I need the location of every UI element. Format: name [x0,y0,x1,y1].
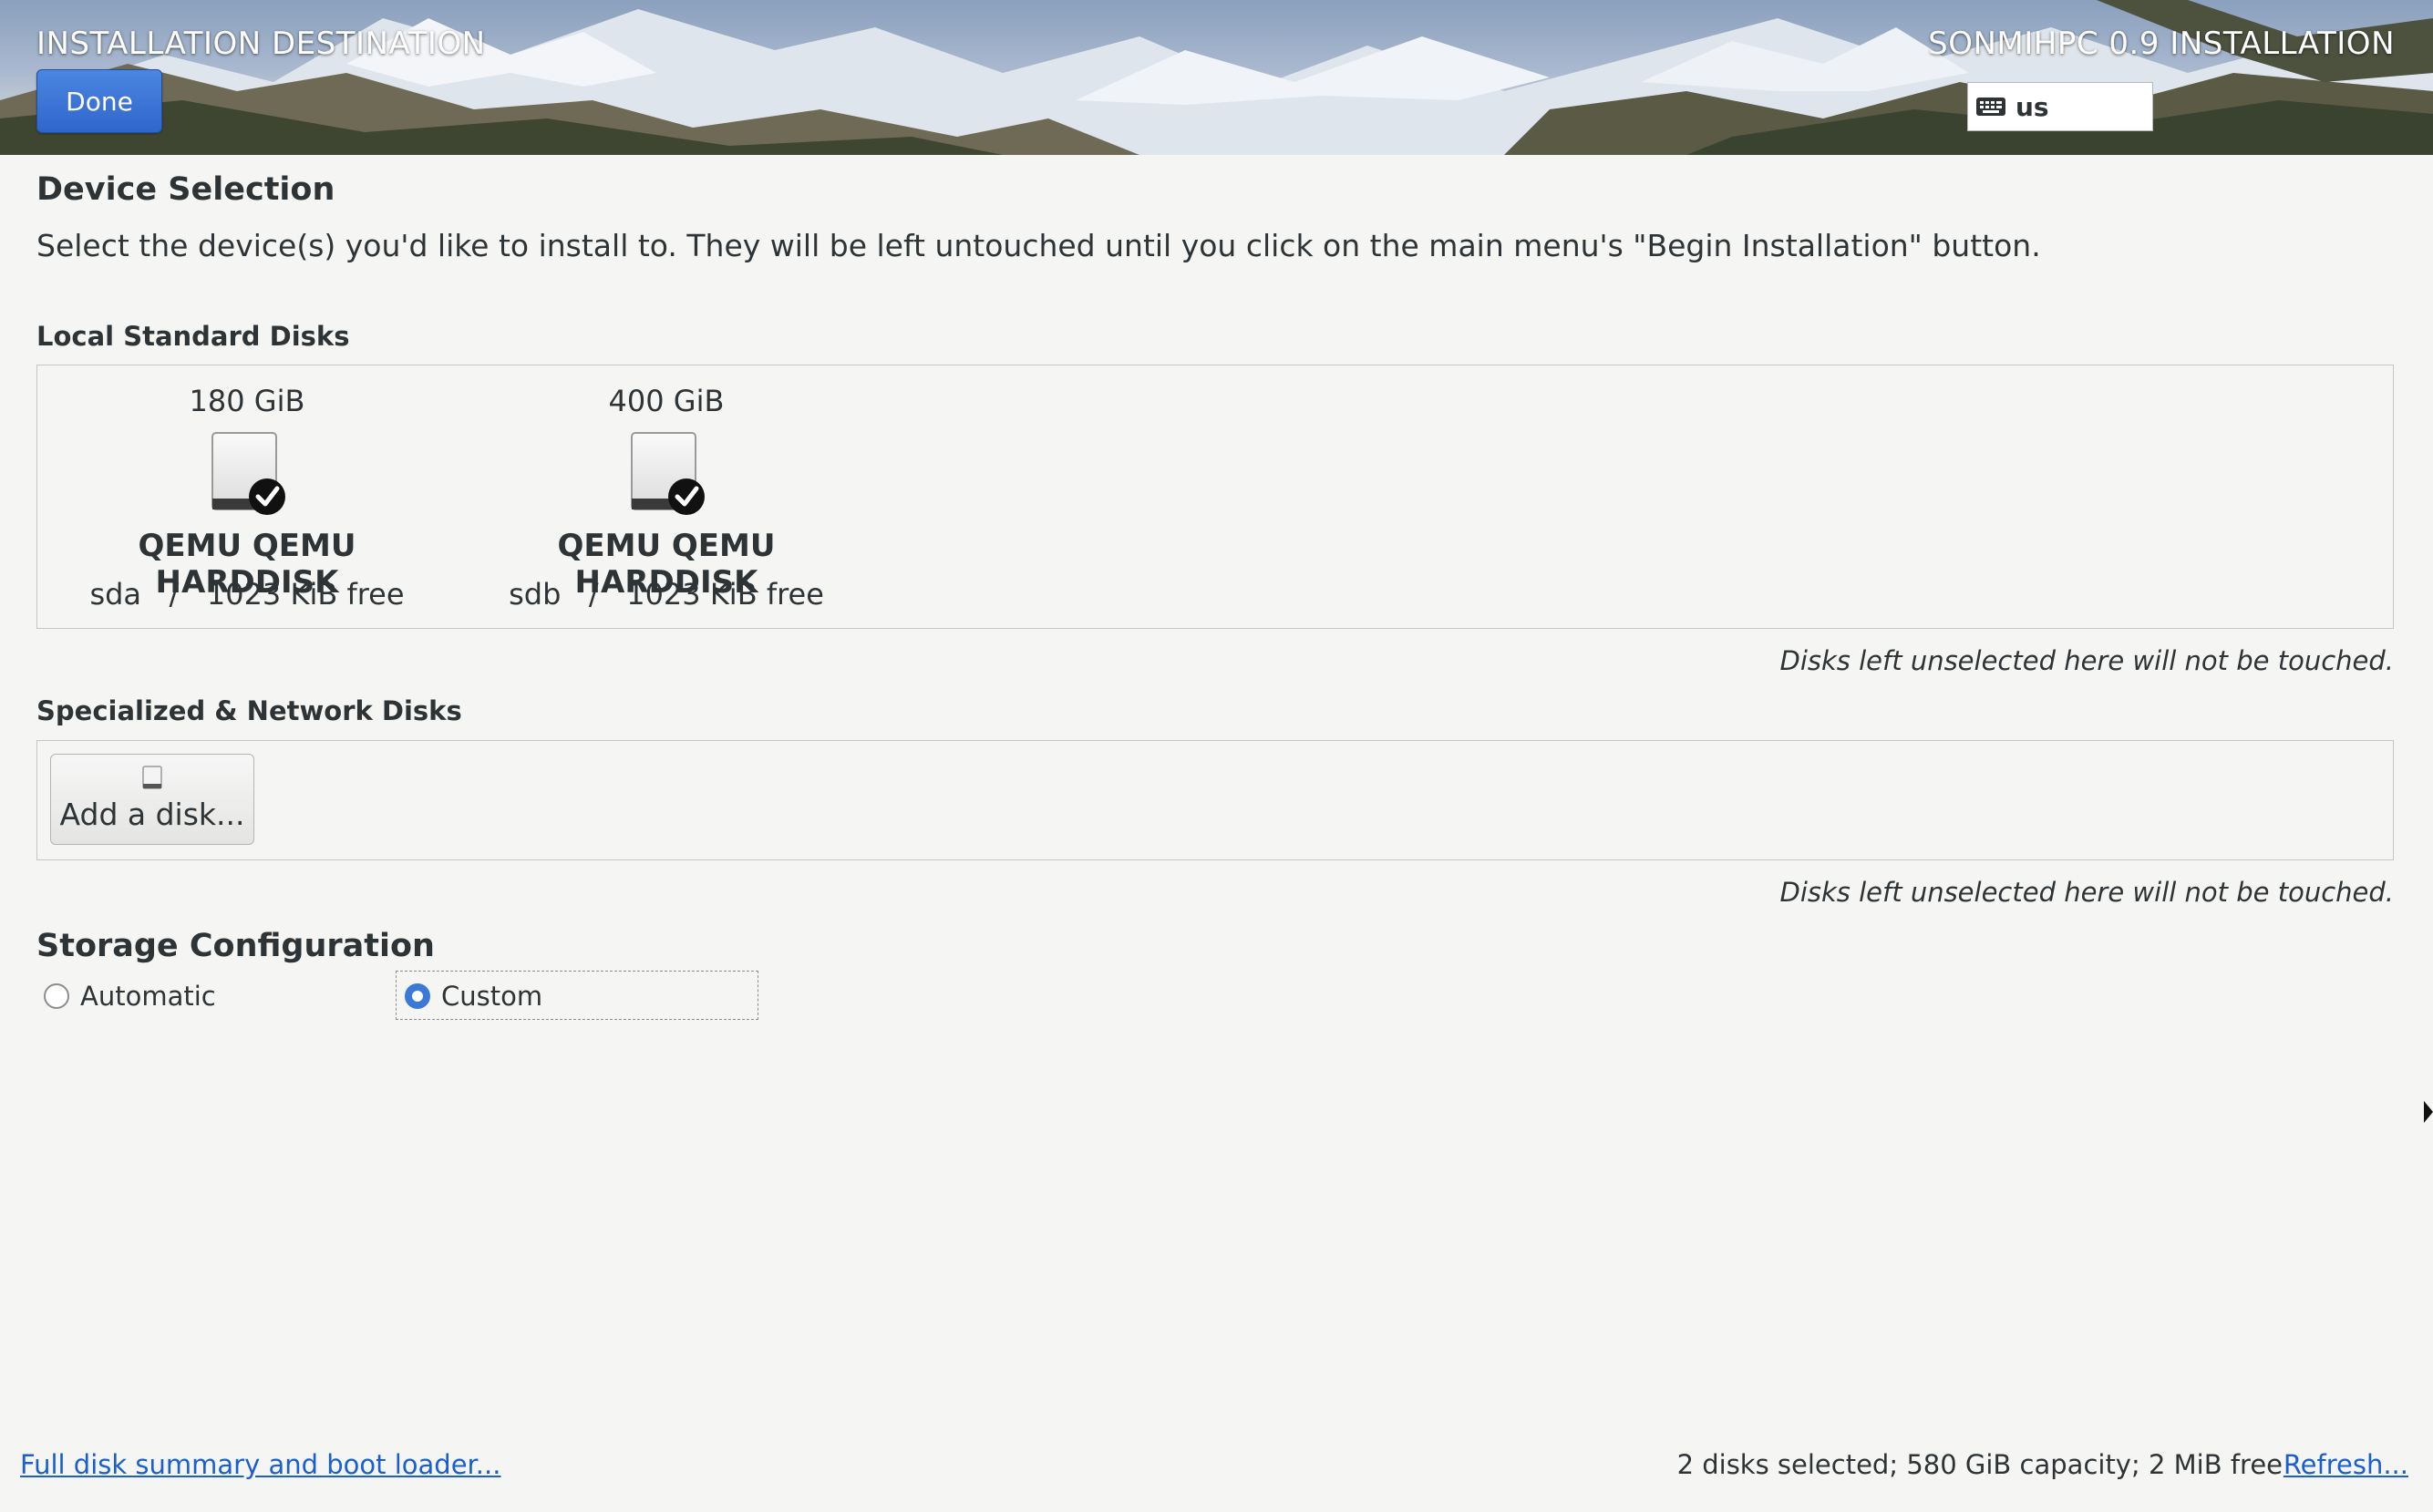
add-disk-button[interactable]: Add a disk... [50,754,254,845]
header-banner: INSTALLATION DESTINATION SONMIHPC 0.9 IN… [0,0,2433,155]
disk-status-summary: 2 disks selected; 580 GiB capacity; 2 Mi… [1676,1449,2283,1480]
network-disks-note: Disks left unselected here will not be t… [1779,877,2395,908]
disk-size: 180 GiB [189,384,305,418]
keyboard-layout-indicator[interactable]: us [1967,82,2153,131]
add-disk-label: Add a disk... [59,797,245,832]
radio-indicator[interactable] [44,983,69,1009]
harddisk-icon [631,432,705,515]
mountain-background-image [0,0,2433,155]
refresh-link[interactable]: Refresh... [2284,1449,2408,1480]
automatic-radio-label: Automatic [80,981,216,1012]
disk-size: 400 GiB [608,384,725,418]
disk-sda[interactable]: 180 GiB QEMU QEMU HARDDISK sda / 1023 Ki… [56,365,438,628]
disk-info: sda / 1023 KiB free [89,577,405,612]
done-button[interactable]: Done [36,69,162,133]
local-disks-panel: 180 GiB QEMU QEMU HARDDISK sda / 1023 Ki… [36,365,2394,629]
radio-indicator[interactable] [405,983,430,1009]
custom-radio[interactable]: Custom [405,973,542,1019]
keyboard-icon [1976,98,2005,116]
device-selection-description: Select the device(s) you'd like to insta… [36,228,2041,263]
network-disks-title: Specialized & Network Disks [36,695,462,726]
page-title: INSTALLATION DESTINATION [36,26,486,62]
network-disks-panel: Add a disk... [36,740,2394,860]
harddisk-icon [142,766,162,789]
disk-info: sdb / 1023 KiB free [509,577,824,612]
storage-config-title: Storage Configuration [36,928,435,964]
full-disk-summary-link[interactable]: Full disk summary and boot loader... [20,1449,500,1480]
harddisk-icon [211,432,285,515]
product-title: SONMIHPC 0.9 INSTALLATION [1928,26,2395,62]
local-disks-note: Disks left unselected here will not be t… [1779,645,2395,676]
custom-radio-label: Custom [441,981,543,1012]
device-selection-title: Device Selection [36,171,335,208]
keyboard-layout-label: us [2015,91,2049,122]
automatic-radio[interactable]: Automatic [44,973,216,1019]
mouse-cursor-icon [2424,1101,2433,1123]
local-disks-title: Local Standard Disks [36,321,350,352]
disk-sdb[interactable]: 400 GiB QEMU QEMU HARDDISK sdb / 1023 Ki… [475,365,858,628]
